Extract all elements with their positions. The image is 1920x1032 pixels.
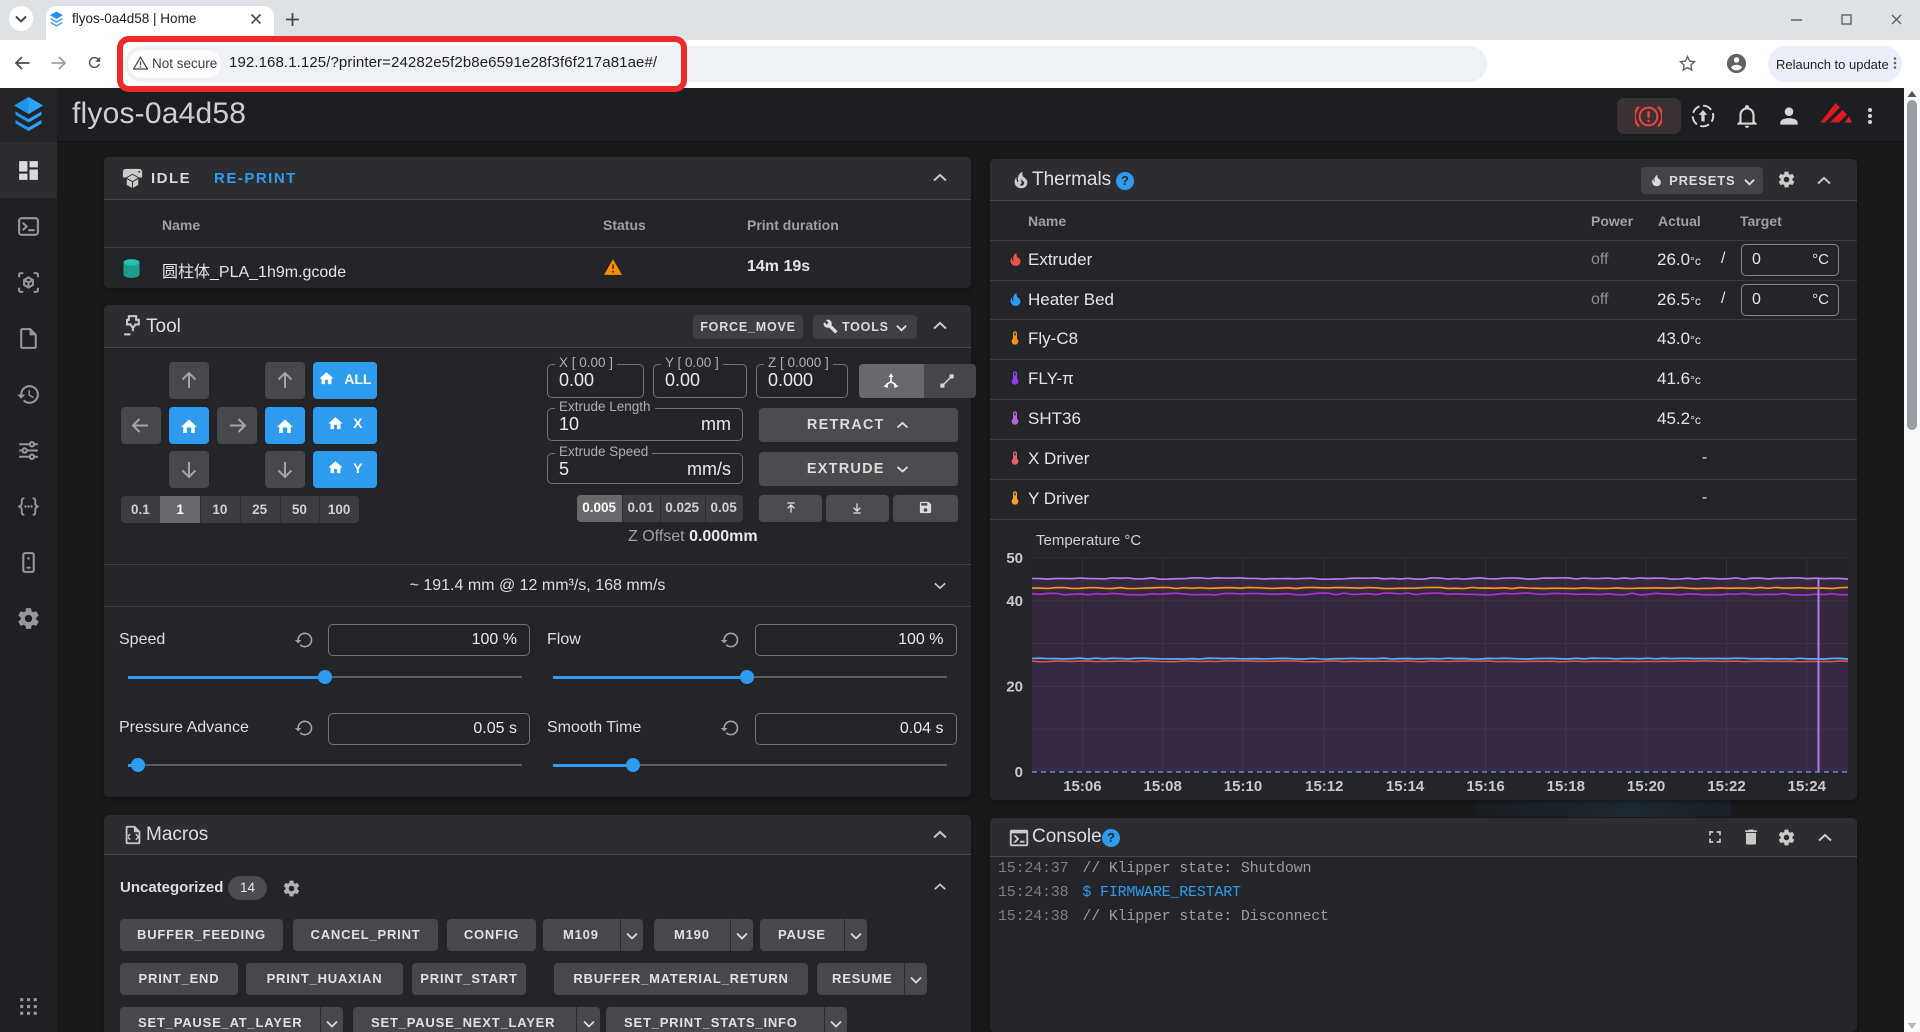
svg-text:20: 20 — [1006, 678, 1023, 695]
svg-text:15:08: 15:08 — [1144, 778, 1182, 795]
svg-text:15:18: 15:18 — [1547, 778, 1585, 795]
svg-text:15:16: 15:16 — [1466, 778, 1504, 795]
svg-text:15:24: 15:24 — [1788, 778, 1827, 795]
svg-text:40: 40 — [1006, 593, 1023, 610]
svg-text:15:22: 15:22 — [1707, 778, 1745, 795]
svg-text:50: 50 — [1006, 550, 1023, 567]
svg-text:15:14: 15:14 — [1386, 778, 1425, 795]
svg-text:15:20: 15:20 — [1627, 778, 1665, 795]
svg-text:15:12: 15:12 — [1305, 778, 1343, 795]
svg-text:0: 0 — [1015, 764, 1023, 781]
svg-text:Temperature °C: Temperature °C — [1036, 532, 1141, 549]
svg-text:15:06: 15:06 — [1063, 778, 1101, 795]
svg-text:15:10: 15:10 — [1224, 778, 1262, 795]
